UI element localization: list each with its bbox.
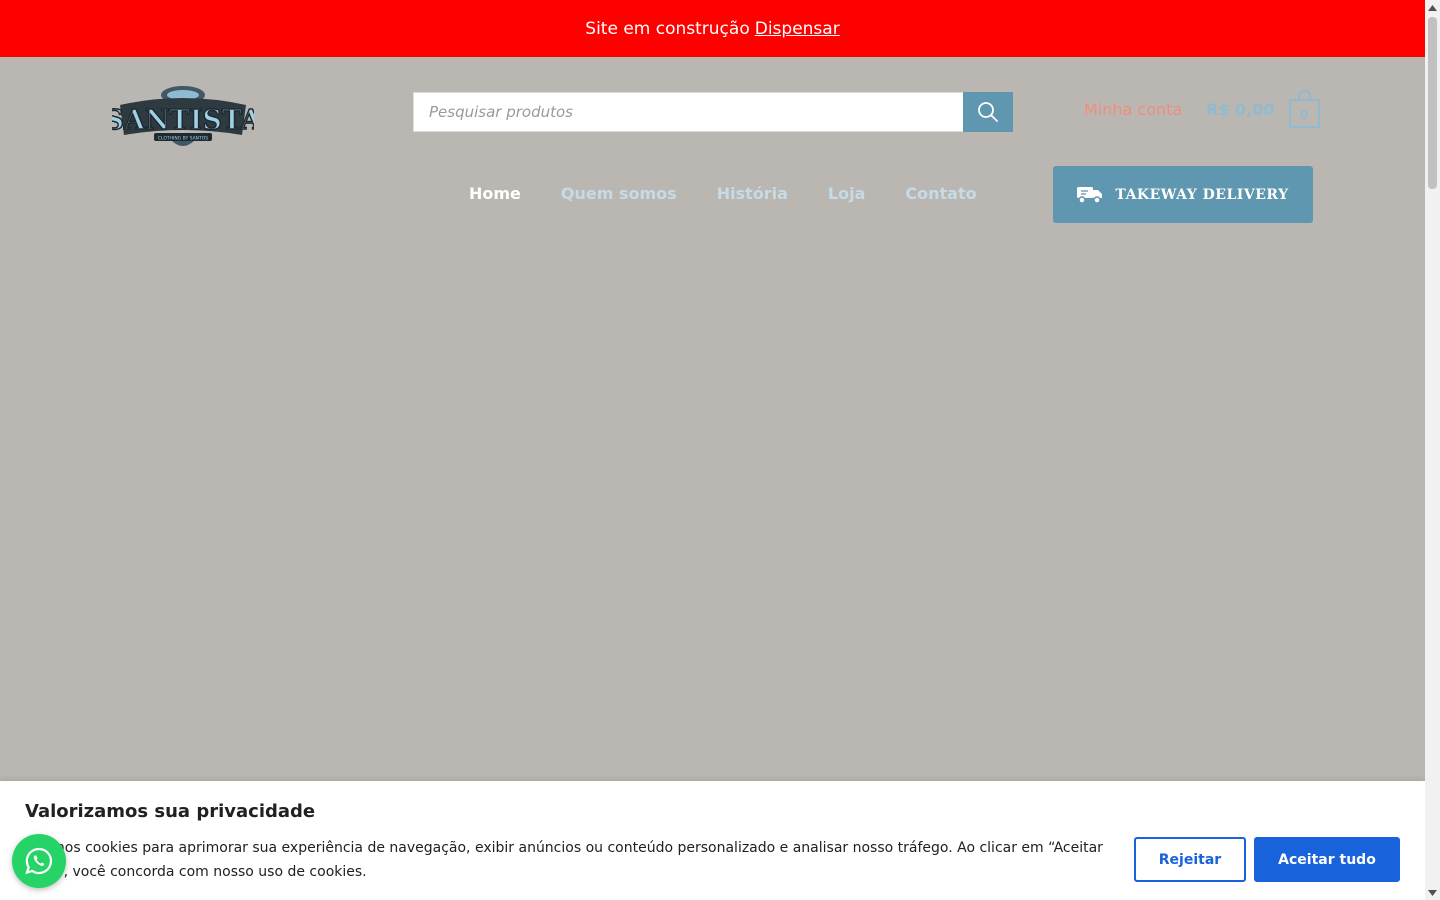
scrollbar-thumb[interactable] — [1428, 17, 1437, 189]
nav-item-loja[interactable]: Loja — [828, 184, 865, 203]
page-scrollbar[interactable] — [1425, 0, 1440, 900]
search-icon — [978, 102, 998, 122]
nav-item-home[interactable]: Home — [469, 184, 521, 203]
notice-text: Site em construção — [585, 18, 750, 39]
nav-item-quem-somos[interactable]: Quem somos — [561, 184, 677, 203]
santista-logo-icon: SANTISTA CLOTHING BY SANTOS — [104, 86, 263, 146]
delivery-button-label: TAKEWAY DELIVERY — [1115, 186, 1289, 203]
cart-widget[interactable]: R$ 0,00 0 — [1206, 89, 1320, 128]
whatsapp-icon — [25, 847, 53, 875]
accept-all-cookies-button[interactable]: Aceitar tudo — [1254, 837, 1400, 882]
reject-cookies-button[interactable]: Rejeitar — [1134, 837, 1246, 882]
dismiss-link[interactable]: Dispensar — [755, 19, 840, 39]
cart-bag-icon: 0 — [1288, 89, 1320, 128]
product-search — [413, 92, 1013, 132]
nav-item-historia[interactable]: História — [717, 184, 788, 203]
site-logo[interactable]: SANTISTA CLOTHING BY SANTOS — [104, 83, 263, 153]
scroll-up-arrow-icon[interactable] — [1425, 0, 1440, 15]
delivery-truck-icon — [1077, 186, 1103, 204]
logo-subtext: CLOTHING BY SANTOS — [158, 136, 208, 142]
whatsapp-chat-button[interactable] — [12, 834, 66, 888]
cookie-consent-banner: Valorizamos sua privacidade Usamos cooki… — [0, 781, 1425, 900]
logo-wordmark: SANTISTA — [112, 105, 254, 136]
cookie-text: Usamos cookies para aprimorar sua experi… — [25, 840, 1103, 880]
search-input[interactable] — [413, 92, 963, 132]
cookie-title: Valorizamos sua privacidade — [25, 801, 316, 822]
cart-total: R$ 0,00 — [1206, 99, 1275, 119]
scroll-down-arrow-icon[interactable] — [1425, 885, 1440, 900]
main-nav: Home Quem somos História Loja Contato — [469, 184, 977, 203]
site-notice-bar: Site em construção Dispensar — [0, 0, 1425, 57]
nav-item-contato[interactable]: Contato — [905, 184, 976, 203]
cart-count: 0 — [1299, 108, 1309, 122]
page-viewport: Site em construção Dispensar SANTISTA CL… — [0, 0, 1425, 900]
takeway-delivery-button[interactable]: TAKEWAY DELIVERY — [1053, 166, 1313, 223]
my-account-link[interactable]: Minha conta — [1084, 100, 1182, 119]
search-button[interactable] — [963, 92, 1013, 132]
